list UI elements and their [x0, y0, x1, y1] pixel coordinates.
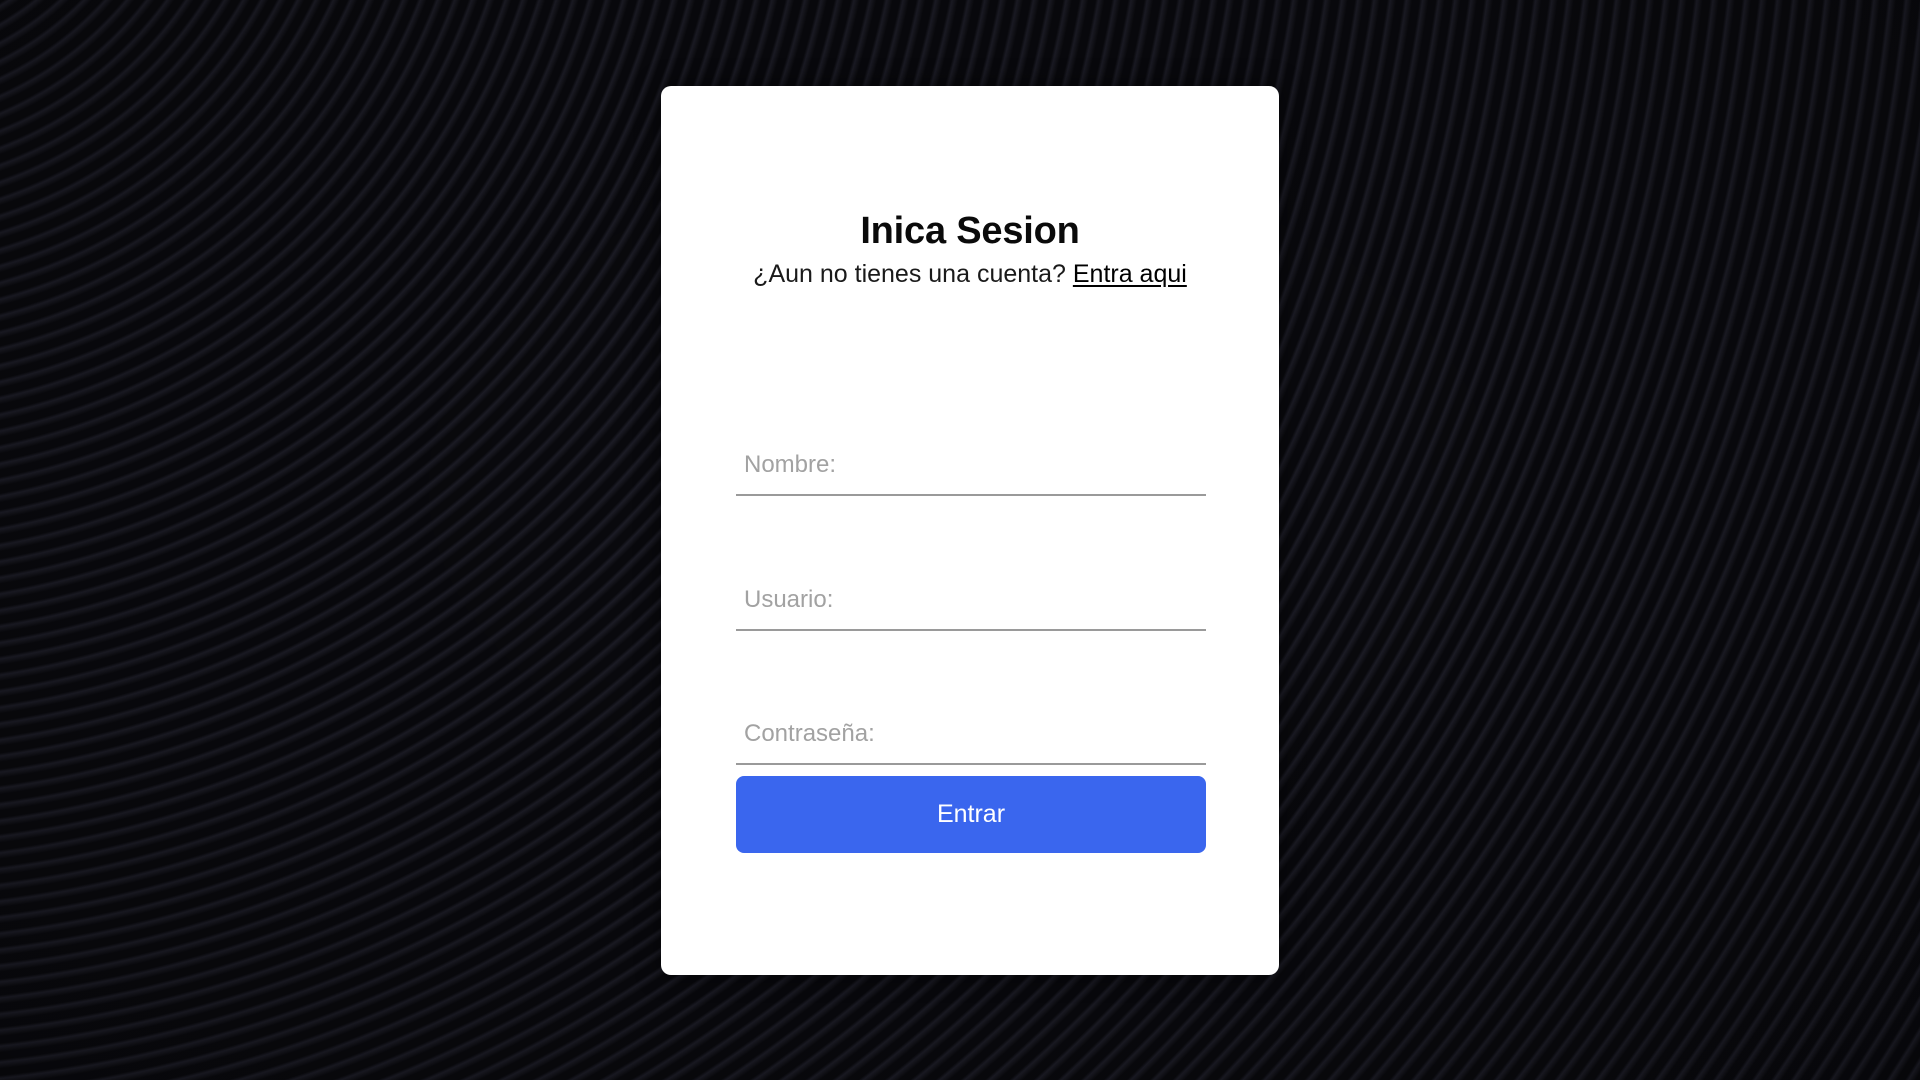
signup-prompt: ¿Aun no tienes una cuenta? Entra aqui: [661, 260, 1279, 289]
signup-link[interactable]: Entra aqui: [1073, 260, 1187, 288]
name-input[interactable]: [736, 436, 1206, 494]
password-field: [736, 705, 1206, 765]
signup-prompt-text: ¿Aun no tienes una cuenta?: [753, 260, 1066, 288]
username-input[interactable]: [736, 571, 1206, 629]
page-title: Inica Sesion: [860, 210, 1080, 252]
login-card: Inica Sesion ¿Aun no tienes una cuenta? …: [661, 86, 1279, 975]
submit-button[interactable]: Entrar: [736, 776, 1206, 853]
username-field: [736, 571, 1206, 631]
name-field: [736, 436, 1206, 496]
password-input[interactable]: [736, 705, 1206, 763]
